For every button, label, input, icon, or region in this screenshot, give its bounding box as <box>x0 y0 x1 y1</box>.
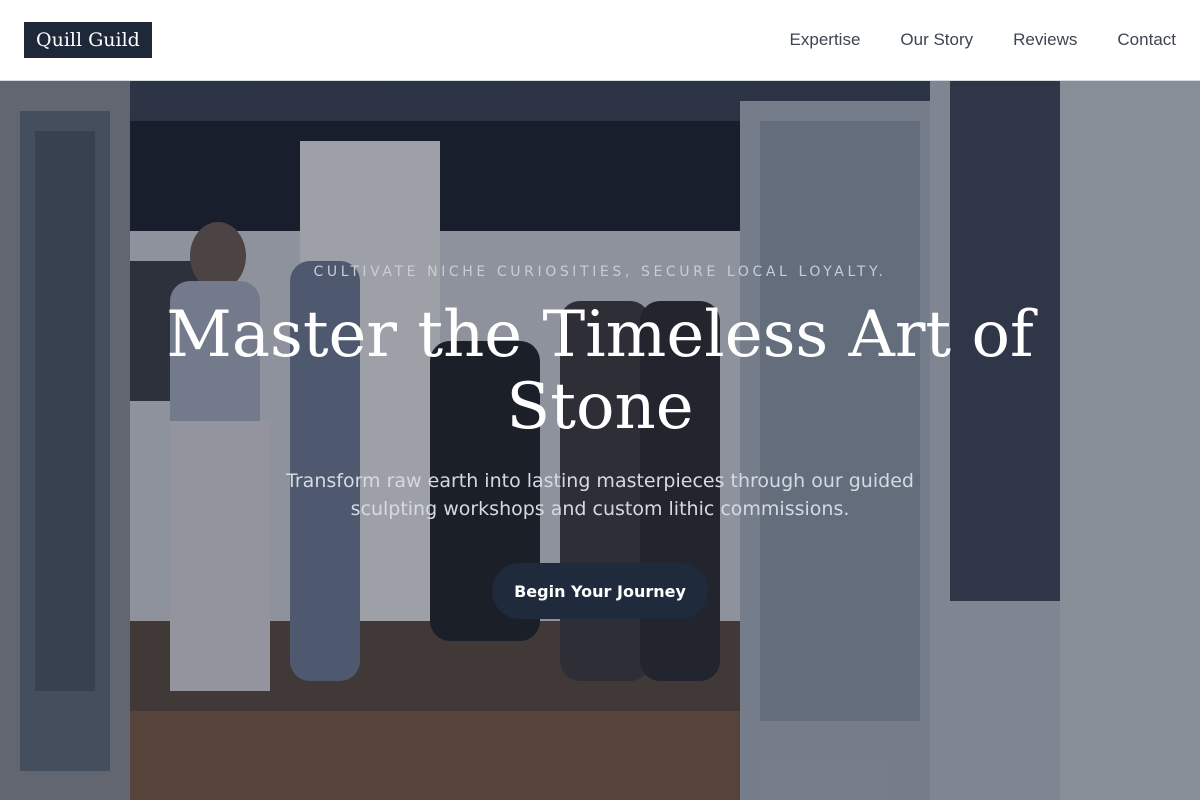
hero-section: CULTIVATE NICHE CURIOSITIES, SECURE LOCA… <box>0 81 1200 800</box>
nav-link-reviews[interactable]: Reviews <box>1013 30 1077 50</box>
nav-link-our-story[interactable]: Our Story <box>900 30 973 50</box>
begin-journey-button[interactable]: Begin Your Journey <box>492 563 708 619</box>
hero-headline: Master the Timeless Art of Stone <box>166 298 1034 444</box>
hero-subtext: Transform raw earth into lasting masterp… <box>286 470 914 520</box>
site-header: Quill Guild Expertise Our Story Reviews … <box>0 0 1200 81</box>
hero-content: CULTIVATE NICHE CURIOSITIES, SECURE LOCA… <box>0 81 1200 800</box>
main-nav: Expertise Our Story Reviews Contact <box>790 30 1176 50</box>
nav-link-contact[interactable]: Contact <box>1117 30 1176 50</box>
hero-eyebrow: CULTIVATE NICHE CURIOSITIES, SECURE LOCA… <box>313 264 887 280</box>
logo[interactable]: Quill Guild <box>24 22 152 58</box>
nav-link-expertise[interactable]: Expertise <box>790 30 861 50</box>
